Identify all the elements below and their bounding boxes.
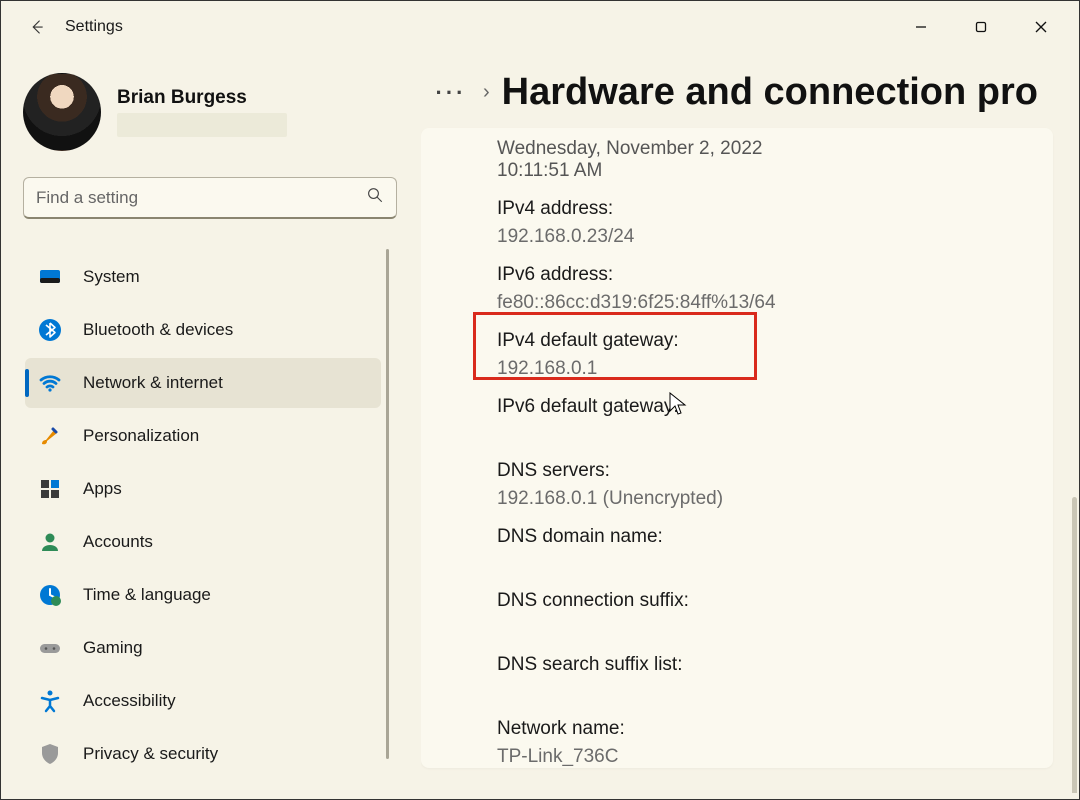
page-header: ··· › Hardware and connection pro bbox=[421, 71, 1079, 114]
shield-icon bbox=[37, 741, 63, 767]
sidebar-item-privacy[interactable]: Privacy & security bbox=[25, 729, 381, 779]
sidebar-item-label: System bbox=[83, 267, 140, 287]
wifi-icon bbox=[37, 370, 63, 396]
minimize-button[interactable] bbox=[891, 7, 951, 47]
profile-name: Brian Burgess bbox=[117, 87, 287, 109]
titlebar: Settings bbox=[1, 1, 1079, 53]
chevron-right-icon: › bbox=[483, 81, 490, 104]
sidebar-item-label: Apps bbox=[83, 479, 122, 499]
search-icon bbox=[366, 186, 384, 209]
sidebar-item-network[interactable]: Network & internet bbox=[25, 358, 381, 408]
sidebar-item-gaming[interactable]: Gaming bbox=[25, 623, 381, 673]
sidebar-item-label: Accounts bbox=[83, 532, 153, 552]
sidebar-item-label: Gaming bbox=[83, 638, 143, 658]
sidebar-item-personalization[interactable]: Personalization bbox=[25, 411, 381, 461]
page-title: Hardware and connection pro bbox=[502, 71, 1038, 114]
properties-panel: Wednesday, November 2, 2022 10:11:51 AM … bbox=[421, 128, 1053, 768]
apps-icon bbox=[37, 476, 63, 502]
sidebar-item-label: Bluetooth & devices bbox=[83, 320, 233, 340]
label-dns-servers: DNS servers: bbox=[497, 460, 1035, 482]
value-ipv4-gateway: 192.168.0.1 bbox=[497, 358, 1035, 380]
nav-list: System Bluetooth & devices Network & int… bbox=[23, 249, 403, 793]
sidebar: Brian Burgess System Bluetoo bbox=[1, 53, 421, 793]
value-ipv6-address: fe80::86cc:d319:6f25:84ff%13/64 bbox=[497, 292, 1035, 314]
gamepad-icon bbox=[37, 635, 63, 661]
label-ipv6-gateway: IPv6 default gateway: bbox=[497, 396, 1035, 418]
sidebar-scrollbar[interactable] bbox=[386, 249, 389, 759]
search-input[interactable] bbox=[36, 188, 366, 208]
breadcrumb-more-button[interactable]: ··· bbox=[425, 80, 477, 106]
label-ipv4-address: IPv4 address: bbox=[497, 198, 1035, 220]
sidebar-item-accessibility[interactable]: Accessibility bbox=[25, 676, 381, 726]
sidebar-item-label: Time & language bbox=[83, 585, 211, 605]
paintbrush-icon bbox=[37, 423, 63, 449]
label-dns-search-suffix: DNS search suffix list: bbox=[497, 654, 1035, 676]
label-dns-conn-suffix: DNS connection suffix: bbox=[497, 590, 1035, 612]
report-time: 10:11:51 AM bbox=[497, 160, 1035, 182]
sidebar-item-time-language[interactable]: Time & language bbox=[25, 570, 381, 620]
value-ipv4-address: 192.168.0.23/24 bbox=[497, 226, 1035, 248]
value-dns-search-suffix bbox=[497, 682, 1035, 702]
avatar bbox=[23, 73, 101, 151]
value-dns-conn-suffix bbox=[497, 618, 1035, 638]
sidebar-item-system[interactable]: System bbox=[25, 252, 381, 302]
value-dns-servers: 192.168.0.1 (Unencrypted) bbox=[497, 488, 1035, 510]
content-area: ··· › Hardware and connection pro Wednes… bbox=[421, 53, 1079, 793]
sidebar-item-label: Network & internet bbox=[83, 373, 223, 393]
profile-block[interactable]: Brian Burgess bbox=[23, 73, 403, 151]
report-date: Wednesday, November 2, 2022 bbox=[497, 138, 1035, 160]
value-dns-domain bbox=[497, 554, 1035, 574]
label-dns-domain: DNS domain name: bbox=[497, 526, 1035, 548]
label-network-name: Network name: bbox=[497, 718, 1035, 740]
sidebar-item-accounts[interactable]: Accounts bbox=[25, 517, 381, 567]
label-ipv4-gateway: IPv4 default gateway: bbox=[497, 330, 1035, 352]
window-title: Settings bbox=[65, 18, 123, 36]
sidebar-item-label: Personalization bbox=[83, 426, 199, 446]
bluetooth-icon bbox=[37, 317, 63, 343]
value-ipv6-gateway bbox=[497, 424, 1035, 444]
maximize-button[interactable] bbox=[951, 7, 1011, 47]
accessibility-icon bbox=[37, 688, 63, 714]
sidebar-item-label: Privacy & security bbox=[83, 744, 218, 764]
window-controls bbox=[891, 7, 1071, 47]
clock-globe-icon bbox=[37, 582, 63, 608]
scrollbar[interactable] bbox=[1072, 497, 1077, 793]
sidebar-item-bluetooth[interactable]: Bluetooth & devices bbox=[25, 305, 381, 355]
search-box[interactable] bbox=[23, 177, 397, 219]
sidebar-item-label: Accessibility bbox=[83, 691, 176, 711]
label-ipv6-address: IPv6 address: bbox=[497, 264, 1035, 286]
sidebar-item-apps[interactable]: Apps bbox=[25, 464, 381, 514]
system-icon bbox=[37, 264, 63, 290]
back-button[interactable] bbox=[17, 7, 57, 47]
close-button[interactable] bbox=[1011, 7, 1071, 47]
profile-email-redacted bbox=[117, 113, 287, 137]
value-network-name: TP-Link_736C bbox=[497, 746, 1035, 768]
person-icon bbox=[37, 529, 63, 555]
